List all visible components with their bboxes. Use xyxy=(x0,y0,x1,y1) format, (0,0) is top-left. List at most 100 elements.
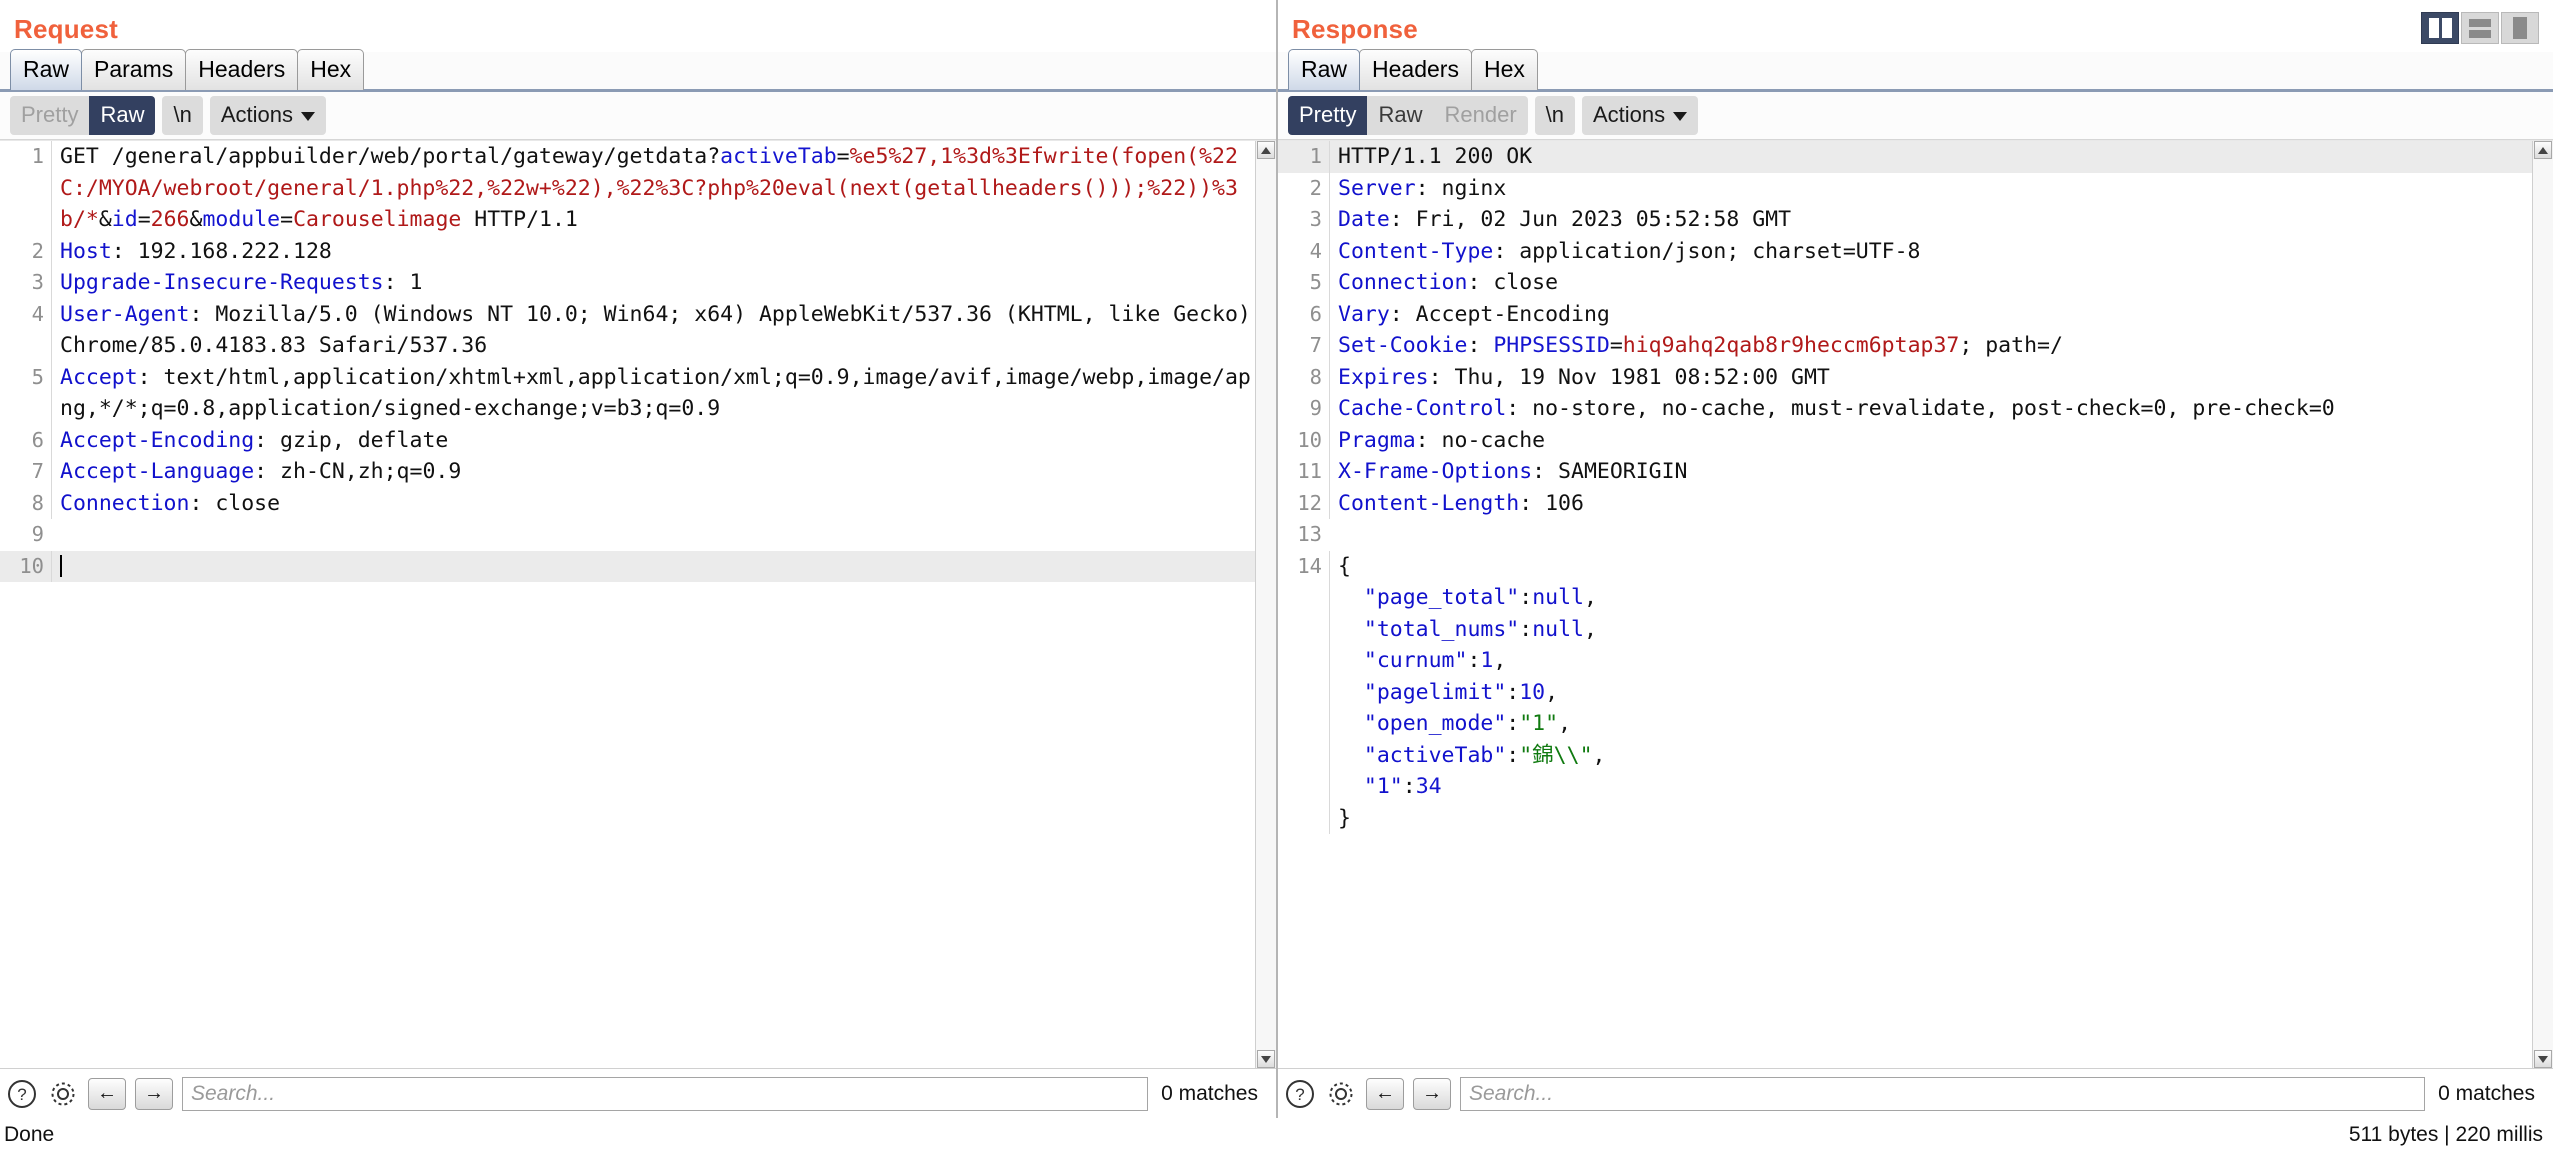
response-code-line: "activeTab":"錦\\", xyxy=(1278,740,2532,772)
http-message-viewer: Request RawParamsHeadersHex PrettyRaw \n… xyxy=(0,0,2553,1152)
request-help-icon[interactable]: ? xyxy=(6,1078,38,1110)
request-tab-raw[interactable]: Raw xyxy=(10,49,82,90)
response-newline-button[interactable]: \n xyxy=(1535,96,1575,134)
response-search-prev-button[interactable]: ← xyxy=(1366,1078,1404,1110)
response-line-segment: Set-Cookie xyxy=(1338,333,1467,358)
request-actions-button[interactable]: Actions xyxy=(210,96,326,134)
response-line-number: 4 xyxy=(1278,236,1329,268)
request-code-line: 7Accept-Language: zh-CN,zh;q=0.9 xyxy=(0,456,1255,488)
request-line-content: Upgrade-Insecure-Requests: 1 xyxy=(51,267,1255,299)
request-line-segment: 266 xyxy=(151,207,190,232)
response-line-segment: X-Frame-Options xyxy=(1338,459,1532,484)
response-tab-headers[interactable]: Headers xyxy=(1359,49,1472,90)
response-pane: Response RawHeadersHex PrettyRawRender \… xyxy=(1278,0,2553,1118)
response-line-segment: : no-store, no-cache, must-revalidate, p… xyxy=(1506,396,2334,421)
response-line-segment: Pragma xyxy=(1338,428,1416,453)
response-line-segment xyxy=(1338,617,1364,642)
response-line-number: 12 xyxy=(1278,488,1329,520)
request-search-input[interactable]: Search... xyxy=(182,1077,1148,1111)
request-scroll-track[interactable] xyxy=(1256,159,1276,1050)
request-line-segment: User-Agent xyxy=(60,302,189,327)
response-line-content: Server: nginx xyxy=(1329,173,2532,205)
layout-side-by-side-button[interactable] xyxy=(2421,12,2459,44)
response-line-number: 10 xyxy=(1278,425,1329,457)
request-code-line: 3Upgrade-Insecure-Requests: 1 xyxy=(0,267,1255,299)
response-editor[interactable]: 1HTTP/1.1 200 OK2Server: nginx3Date: Fri… xyxy=(1278,141,2532,1068)
response-code-line: "1":34 xyxy=(1278,771,2532,803)
svg-text:?: ? xyxy=(17,1085,26,1104)
response-line-segment: } xyxy=(1338,806,1351,831)
response-line-segment: PHPSESSID xyxy=(1493,333,1610,358)
request-vertical-scrollbar[interactable] xyxy=(1255,141,1276,1068)
response-line-content: "1":34 xyxy=(1329,771,2532,803)
response-line-number: 2 xyxy=(1278,173,1329,205)
response-format-raw-button[interactable]: Raw xyxy=(1367,96,1433,134)
request-format-toolbar: PrettyRaw \n Actions xyxy=(0,92,1276,140)
response-tab-raw[interactable]: Raw xyxy=(1288,49,1360,90)
response-code-line: 6Vary: Accept-Encoding xyxy=(1278,299,2532,331)
response-line-segment: 34 xyxy=(1416,774,1442,799)
triangle-down-icon xyxy=(2538,1056,2548,1063)
response-code-line: 7Set-Cookie: PHPSESSID=hiq9ahq2qab8r9hec… xyxy=(1278,330,2532,362)
request-scroll-up-button[interactable] xyxy=(1257,141,1275,159)
response-scroll-track[interactable] xyxy=(2533,159,2553,1050)
request-tab-hex[interactable]: Hex xyxy=(297,49,364,90)
request-match-count: 0 matches xyxy=(1157,1082,1268,1106)
response-search-input[interactable]: Search... xyxy=(1460,1077,2425,1111)
response-format-pretty-button[interactable]: Pretty xyxy=(1288,96,1367,134)
response-gear-icon[interactable] xyxy=(1325,1078,1357,1110)
response-line-segment xyxy=(1338,743,1364,768)
response-line-segment: "open_mode" xyxy=(1364,711,1506,736)
response-tabstrip: RawHeadersHex xyxy=(1278,52,2553,92)
response-line-segment: Server xyxy=(1338,176,1416,201)
request-line-number: 3 xyxy=(0,267,51,299)
request-line-number: 2 xyxy=(0,236,51,268)
response-format-segment[interactable]: PrettyRawRender xyxy=(1288,96,1528,134)
request-format-segment[interactable]: PrettyRaw xyxy=(10,96,155,134)
request-actions-label: Actions xyxy=(221,102,293,127)
response-line-content: "activeTab":"錦\\", xyxy=(1329,740,2532,772)
request-search-next-button[interactable]: → xyxy=(135,1078,173,1110)
response-scroll-up-button[interactable] xyxy=(2534,141,2552,159)
layout-stacked-button[interactable] xyxy=(2461,12,2499,44)
response-search-next-button[interactable]: → xyxy=(1413,1078,1451,1110)
response-line-number: 14 xyxy=(1278,551,1329,583)
response-actions-label: Actions xyxy=(1593,102,1665,127)
request-editor[interactable]: 1GET /general/appbuilder/web/portal/gate… xyxy=(0,141,1255,1068)
response-line-segment: 10 xyxy=(1519,680,1545,705)
response-help-icon[interactable]: ? xyxy=(1284,1078,1316,1110)
status-right-text: 511 bytes | 220 millis xyxy=(2349,1123,2543,1147)
response-line-content: { xyxy=(1329,551,2532,583)
request-line-number: 7 xyxy=(0,456,51,488)
layout-switcher[interactable] xyxy=(2421,12,2539,44)
response-line-number: 13 xyxy=(1278,519,1329,551)
response-scroll-down-button[interactable] xyxy=(2534,1050,2552,1068)
request-line-content: Connection: close xyxy=(51,488,1255,520)
response-line-segment xyxy=(1338,585,1364,610)
request-line-segment: activeTab xyxy=(720,144,837,169)
response-line-content: Cache-Control: no-store, no-cache, must-… xyxy=(1329,393,2532,425)
request-format-raw-button[interactable]: Raw xyxy=(89,96,155,134)
response-line-segment: , xyxy=(1584,617,1597,642)
response-line-segment: Content-Type xyxy=(1338,239,1493,264)
request-gear-icon[interactable] xyxy=(47,1078,79,1110)
response-vertical-scrollbar[interactable] xyxy=(2532,141,2553,1068)
layout-single-button[interactable] xyxy=(2501,12,2539,44)
request-editor-wrap: 1GET /general/appbuilder/web/portal/gate… xyxy=(0,140,1276,1068)
request-tab-params[interactable]: Params xyxy=(81,49,186,90)
response-line-segment: "pagelimit" xyxy=(1364,680,1506,705)
request-scroll-down-button[interactable] xyxy=(1257,1050,1275,1068)
response-line-segment: : xyxy=(1506,680,1519,705)
request-newline-button[interactable]: \n xyxy=(162,96,202,134)
response-line-content: Expires: Thu, 19 Nov 1981 08:52:00 GMT xyxy=(1329,362,2532,394)
response-line-segment: "1" xyxy=(1364,774,1403,799)
request-line-segment: Accept xyxy=(60,365,138,390)
response-code-line: 3Date: Fri, 02 Jun 2023 05:52:58 GMT xyxy=(1278,204,2532,236)
response-tab-hex[interactable]: Hex xyxy=(1471,49,1538,90)
request-search-prev-button[interactable]: ← xyxy=(88,1078,126,1110)
response-line-content: "page_total":null, xyxy=(1329,582,2532,614)
request-tab-headers[interactable]: Headers xyxy=(185,49,298,90)
response-line-segment: { xyxy=(1338,554,1351,579)
response-actions-button[interactable]: Actions xyxy=(1582,96,1698,134)
request-line-segment: & xyxy=(99,207,112,232)
